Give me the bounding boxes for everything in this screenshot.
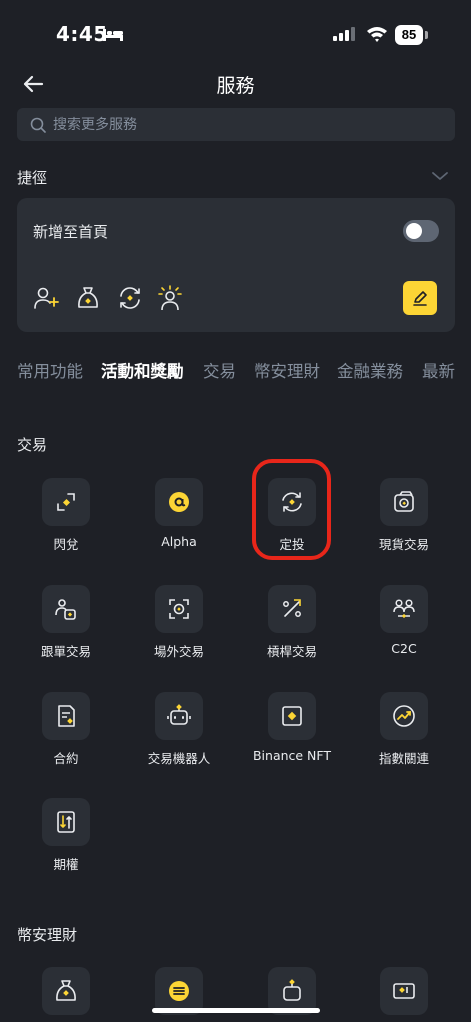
battery-indicator: 85 [395, 25, 423, 45]
service-tile-earn-3[interactable] [237, 967, 347, 1022]
pencil-icon [413, 291, 427, 306]
futures-icon [58, 705, 75, 727]
tab-binance-earn[interactable]: 幣安理財 [254, 358, 320, 382]
convert-icon [57, 493, 75, 511]
shortcuts-heading: 捷徑 [17, 169, 48, 187]
service-tile-earn-2[interactable] [124, 967, 234, 1022]
service-tile-earn-1[interactable] [11, 967, 121, 1022]
service-tile-recurring-buy[interactable]: 定投 [237, 478, 347, 578]
stack-coin-icon [169, 981, 189, 1001]
tile-label: C2C [391, 641, 417, 656]
service-tile-otc[interactable]: 場外交易 [124, 585, 234, 685]
tile-label: 期權 [53, 857, 79, 872]
bot-icon [167, 704, 191, 725]
service-tile-margin[interactable]: 槓桿交易 [237, 585, 347, 685]
alpha-icon [169, 492, 189, 512]
service-tile-alpha[interactable]: Alpha [124, 478, 234, 578]
status-bar: 4:45 85 [0, 0, 471, 70]
battery-tip [425, 31, 428, 39]
service-tile-c2c[interactable]: C2C [349, 585, 459, 685]
bag-icon [56, 980, 76, 1001]
bag-icon[interactable] [75, 285, 101, 311]
person-sun-icon[interactable] [157, 285, 183, 311]
nft-icon [282, 706, 302, 726]
service-tile-futures[interactable]: 合約 [11, 692, 121, 792]
service-tile-earn-4[interactable] [349, 967, 459, 1022]
search-input[interactable] [53, 108, 443, 141]
chevron-down-icon[interactable] [431, 170, 449, 182]
auto-invest-icon [283, 979, 301, 1001]
tile-label: 跟單交易 [40, 644, 91, 659]
tile-label: Alpha [161, 534, 197, 549]
service-tile-index-linked[interactable]: 指數關連 [349, 692, 459, 792]
ticket-icon [393, 983, 415, 999]
options-icon [57, 811, 75, 833]
add-to-home-toggle[interactable] [403, 220, 439, 242]
margin-icon [283, 599, 301, 617]
otc-icon [169, 599, 189, 619]
edit-shortcuts-button[interactable] [403, 281, 437, 315]
tab-finance[interactable]: 金融業務 [337, 358, 403, 382]
wifi-icon [367, 27, 387, 42]
tile-label: 定投 [279, 537, 305, 552]
tile-label: 合約 [53, 751, 79, 766]
service-tile-trading-bot[interactable]: 交易機器人 [124, 692, 234, 792]
search-icon [30, 117, 46, 133]
tile-label: 閃兌 [53, 537, 79, 552]
tab-trade[interactable]: 交易 [203, 358, 236, 382]
tab-activities-rewards[interactable]: 活動和獎勵 [101, 358, 184, 382]
sleep-focus-icon [103, 29, 123, 41]
tab-latest[interactable]: 最新 [422, 358, 455, 382]
tile-label: 槓桿交易 [266, 644, 317, 659]
tab-common-functions[interactable]: 常用功能 [17, 358, 83, 382]
c2c-icon [393, 599, 415, 619]
spot-icon [394, 491, 414, 512]
page-title: 服務 [216, 75, 255, 97]
recurring-icon[interactable] [117, 285, 143, 311]
tile-label: Binance NFT [252, 748, 332, 763]
service-tile-spot[interactable]: 現貨交易 [349, 478, 459, 578]
service-tile-convert[interactable]: 閃兌 [11, 478, 121, 578]
service-tile-copy-trading[interactable]: 跟單交易 [11, 585, 121, 685]
toggle-knob [406, 223, 422, 239]
add-to-home-label: 新增至首頁 [33, 223, 109, 241]
add-user-icon[interactable] [33, 285, 59, 311]
trade-section-title: 交易 [17, 436, 48, 454]
cellular-signal-icon [333, 27, 355, 41]
status-time: 4:45 [56, 22, 108, 46]
earn-section-title: 幣安理財 [17, 926, 78, 944]
tile-label: 指數關連 [378, 751, 429, 766]
home-indicator[interactable] [152, 1008, 320, 1013]
tile-label: 現貨交易 [378, 537, 429, 552]
page-header: 服務 [0, 66, 471, 102]
copy-trading-icon [55, 599, 76, 620]
service-tile-binance-nft[interactable]: Binance NFT [237, 692, 347, 792]
service-tile-options[interactable]: 期權 [11, 798, 121, 898]
recurring-buy-icon [282, 492, 302, 512]
tile-label: 場外交易 [153, 644, 204, 659]
search-bar[interactable] [17, 108, 455, 141]
shortcuts-card: 新增至首頁 [17, 198, 455, 332]
index-linked-icon [393, 705, 415, 727]
tile-label: 交易機器人 [147, 751, 211, 766]
